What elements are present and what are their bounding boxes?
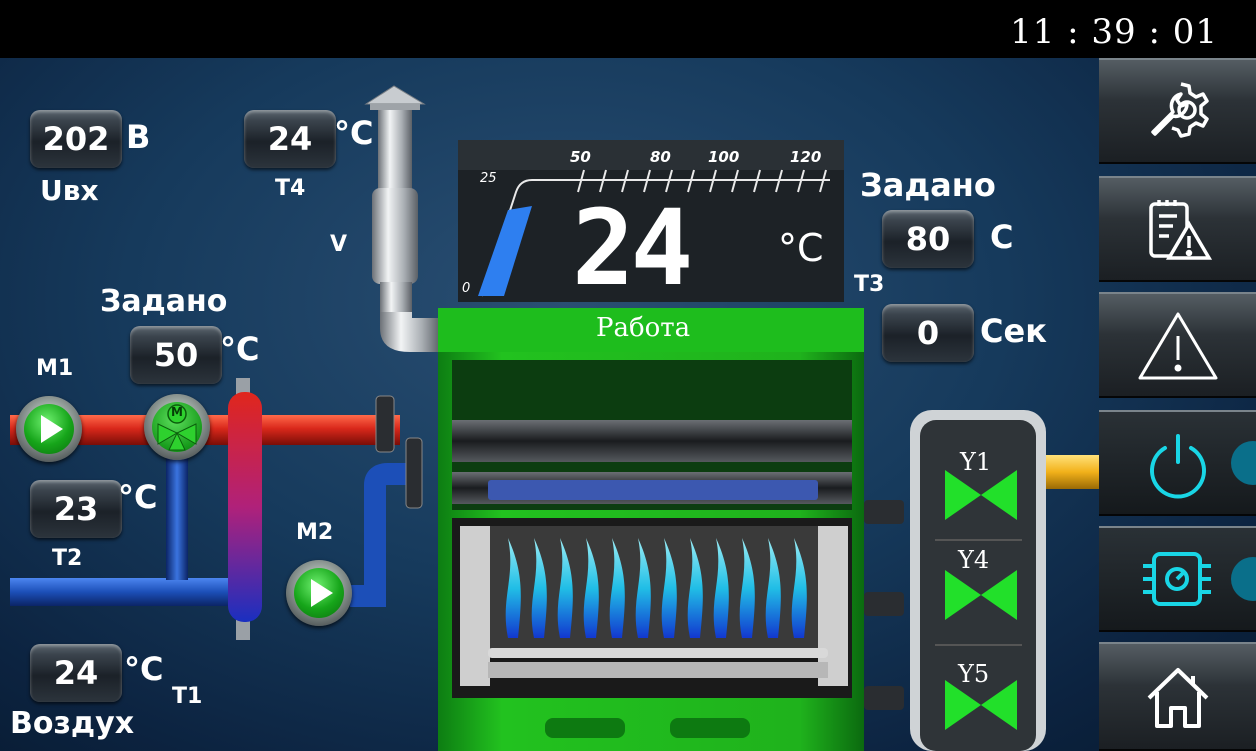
- setpoint-right-value: 80: [905, 220, 951, 258]
- voltage-label: Uвх: [40, 174, 99, 207]
- home-icon: [1147, 667, 1208, 728]
- boiler-status: Работа: [596, 313, 691, 343]
- setpoint-right-title: Задано: [860, 166, 996, 204]
- pump-m2-label: M2: [296, 520, 334, 545]
- setpoint-left-value: 50: [153, 336, 199, 374]
- gauge-tick-80: 80: [650, 148, 671, 166]
- chimney-valve-label: V: [330, 232, 348, 257]
- mixing-valve-letter: M: [171, 405, 183, 419]
- pump-m1-label: M1: [36, 356, 74, 381]
- t4-display: 24: [244, 110, 336, 168]
- log-warning-icon: [1148, 200, 1212, 260]
- boiler-temperature-unit: °C: [778, 226, 824, 270]
- timer-display: 0: [882, 304, 974, 362]
- t2-unit: °C: [118, 478, 158, 516]
- t1-value: 24: [53, 654, 99, 692]
- setpoint-left-display[interactable]: 50: [130, 326, 222, 384]
- setpoint-right-unit: С: [990, 218, 1014, 256]
- power-icon: [1150, 434, 1256, 499]
- play-icon: [311, 579, 333, 607]
- timer-value: 0: [916, 314, 940, 352]
- t2-label: T2: [52, 546, 83, 571]
- t4-label: T4: [275, 176, 306, 201]
- valve-y4[interactable]: [943, 566, 1019, 624]
- voltage-unit: В: [126, 118, 151, 156]
- home-button[interactable]: [1099, 642, 1256, 751]
- alarm-icon: [1138, 312, 1217, 380]
- gauge-tick-50: 50: [570, 148, 591, 166]
- t1-label: T1: [172, 684, 203, 709]
- event-log-button[interactable]: [1099, 176, 1256, 282]
- boiler-temperature: 24: [572, 187, 693, 309]
- voltage-display: 202: [30, 110, 122, 168]
- setpoint-left-unit: °C: [220, 330, 260, 368]
- gauge-tick-100: 100: [708, 148, 739, 166]
- gauge-fill: [478, 206, 532, 296]
- t4-value: 24: [267, 120, 313, 158]
- voltage-value: 202: [42, 120, 110, 158]
- boiler-screen: 11 : 39 : 01 0 25 50 80 100 120 24 °C Ра…: [0, 0, 1256, 751]
- settings-icon: [1150, 82, 1209, 138]
- burner-icon: [1143, 552, 1256, 606]
- gauge-tick-0: 0: [462, 281, 470, 296]
- valve-y1[interactable]: [943, 466, 1019, 524]
- t1-unit: °C: [124, 650, 164, 688]
- burner-flames: [505, 538, 807, 638]
- setpoint-right-display[interactable]: 80: [882, 210, 974, 268]
- air-caption: Воздух: [10, 706, 135, 741]
- valve-y5[interactable]: [943, 676, 1019, 734]
- play-icon: [41, 415, 63, 443]
- alarm-button[interactable]: [1099, 292, 1256, 398]
- pump-m2[interactable]: [286, 560, 352, 626]
- gauge-tick-25: 25: [480, 171, 497, 186]
- gauge-tick-120: 120: [790, 148, 821, 166]
- burner-button[interactable]: [1099, 526, 1256, 632]
- timer-unit: Сек: [980, 312, 1047, 350]
- settings-button[interactable]: [1099, 58, 1256, 164]
- t4-unit: °C: [334, 114, 374, 152]
- t2-value: 23: [53, 490, 99, 528]
- t3-label: T3: [854, 272, 885, 297]
- t1-display: 24: [30, 644, 122, 702]
- pump-m1[interactable]: [16, 396, 82, 462]
- t2-display: 23: [30, 480, 122, 538]
- setpoint-left-title: Задано: [100, 284, 228, 319]
- mixing-valve[interactable]: M: [144, 394, 210, 460]
- power-button[interactable]: [1099, 410, 1256, 516]
